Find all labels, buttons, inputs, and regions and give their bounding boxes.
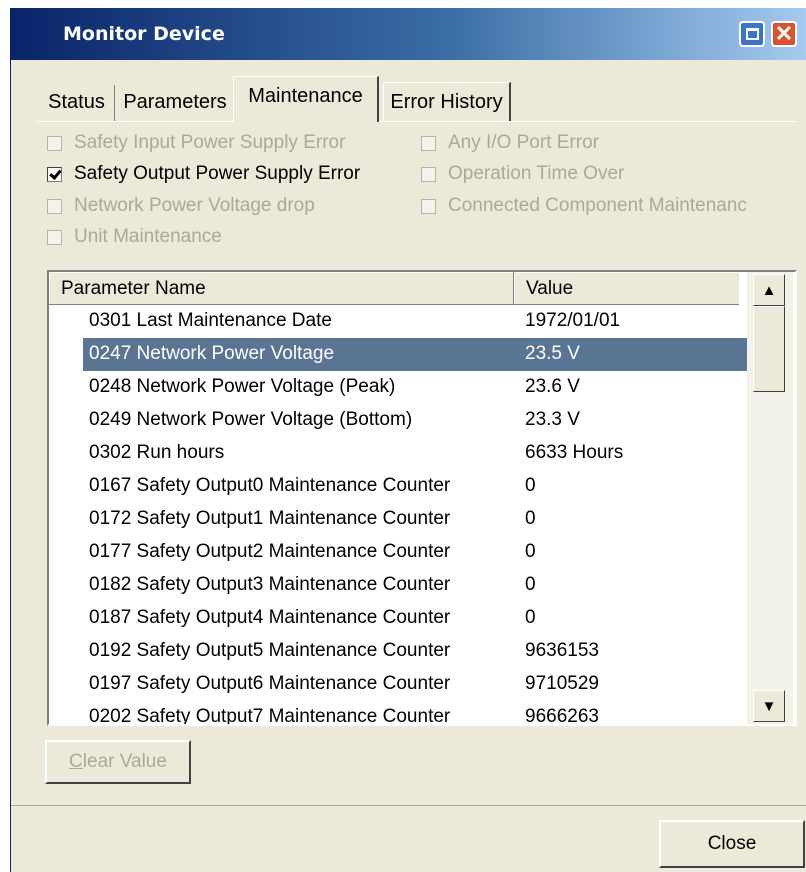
- row-value: 0: [525, 574, 536, 595]
- table-header: Parameter Name Value: [49, 272, 739, 305]
- scroll-thumb[interactable]: [753, 306, 785, 392]
- checkbox-box: [421, 166, 436, 182]
- maximize-icon: [745, 28, 759, 40]
- checkbox-operation-time-over[interactable]: Operation Time Over: [421, 163, 624, 185]
- row-value: 23.3 V: [525, 409, 580, 430]
- table-row[interactable]: 0187 Safety Output4 Maintenance Counter …: [83, 602, 747, 635]
- row-value: 1972/01/01: [525, 310, 621, 331]
- checkbox-label: Network Power Voltage drop: [74, 195, 315, 216]
- tab-maintenance[interactable]: Maintenance: [233, 76, 379, 122]
- parameter-table[interactable]: Parameter Name Value 0301 Last Maintenan…: [47, 270, 797, 726]
- row-parameter-name: 0182 Safety Output3 Maintenance Counter: [89, 574, 451, 595]
- table-row[interactable]: 0197 Safety Output6 Maintenance Counter …: [83, 668, 747, 701]
- monitor-device-dialog: Monitor Device ✕ Status Parameters Maint…: [10, 8, 806, 872]
- row-parameter-name: 0249 Network Power Voltage (Bottom): [89, 409, 413, 430]
- maximize-button[interactable]: [739, 21, 765, 47]
- row-parameter-name: 0247 Network Power Voltage: [89, 343, 335, 364]
- row-parameter-name: 0187 Safety Output4 Maintenance Counter: [89, 607, 451, 628]
- row-parameter-name: 0167 Safety Output0 Maintenance Counter: [89, 475, 451, 496]
- scroll-up-button[interactable]: ▲: [753, 274, 785, 306]
- checkbox-box: [47, 135, 62, 151]
- tab-panel-border: [37, 121, 797, 122]
- checkbox-label: Safety Input Power Supply Error: [74, 132, 346, 153]
- checkbox-box: [47, 229, 62, 245]
- checkbox-any-io-port-error[interactable]: Any I/O Port Error: [421, 132, 599, 154]
- row-parameter-name: 0192 Safety Output5 Maintenance Counter: [89, 640, 451, 661]
- row-parameter-name: 0172 Safety Output1 Maintenance Counter: [89, 508, 451, 529]
- checkbox-label: Connected Component Maintenanc: [448, 195, 747, 216]
- checkbox-unit-maintenance[interactable]: Unit Maintenance: [47, 226, 222, 248]
- column-header-value[interactable]: Value: [514, 272, 739, 304]
- table-row[interactable]: 0249 Network Power Voltage (Bottom) 23.3…: [83, 404, 747, 437]
- checkbox-safety-input-power-supply-error[interactable]: Safety Input Power Supply Error: [47, 132, 345, 154]
- table-row[interactable]: 0202 Safety Output7 Maintenance Counter …: [83, 701, 747, 726]
- table-row[interactable]: 0302 Run hours 6633 Hours: [83, 437, 747, 470]
- row-value: 0: [525, 541, 536, 562]
- table-row-selected[interactable]: 0247 Network Power Voltage 23.5 V: [83, 338, 747, 371]
- row-value: 9666263: [525, 706, 599, 726]
- table-row[interactable]: 0248 Network Power Voltage (Peak) 23.6 V: [83, 371, 747, 404]
- checkbox-box: [421, 135, 436, 151]
- window-title: Monitor Device: [63, 23, 225, 45]
- table-row[interactable]: 0167 Safety Output0 Maintenance Counter …: [83, 470, 747, 503]
- row-parameter-name: 0202 Safety Output7 Maintenance Counter: [89, 706, 451, 726]
- close-window-button[interactable]: ✕: [771, 21, 797, 47]
- arrow-up-icon: ▲: [761, 281, 777, 299]
- row-value: 0: [525, 475, 536, 496]
- row-parameter-name: 0197 Safety Output6 Maintenance Counter: [89, 673, 451, 694]
- table-row[interactable]: 0301 Last Maintenance Date 1972/01/01: [83, 305, 747, 338]
- checkbox-network-power-voltage-drop[interactable]: Network Power Voltage drop: [47, 195, 315, 217]
- tab-error-history[interactable]: Error History: [383, 82, 511, 122]
- row-value: 0: [525, 508, 536, 529]
- tab-status[interactable]: Status: [39, 85, 115, 121]
- checkbox-label: Safety Output Power Supply Error: [74, 163, 361, 184]
- checkbox-box: [47, 198, 62, 214]
- row-value: 0: [525, 607, 536, 628]
- scroll-down-button[interactable]: ▼: [753, 690, 785, 722]
- checkbox-safety-output-power-supply-error[interactable]: Safety Output Power Supply Error: [47, 163, 360, 185]
- checkbox-connected-component-maintenance[interactable]: Connected Component Maintenanc: [421, 195, 795, 217]
- row-parameter-name: 0177 Safety Output2 Maintenance Counter: [89, 541, 451, 562]
- title-bar[interactable]: Monitor Device ✕: [11, 8, 806, 60]
- row-value: 6633 Hours: [525, 442, 624, 463]
- checkbox-label: Any I/O Port Error: [448, 132, 599, 153]
- divider: [11, 805, 806, 806]
- checkbox-box: [47, 166, 62, 182]
- vertical-scrollbar[interactable]: ▲ ▼: [747, 272, 793, 724]
- column-header-parameter-name[interactable]: Parameter Name: [49, 272, 514, 304]
- clear-value-button[interactable]: Clear Value: [45, 740, 191, 784]
- checkbox-label: Operation Time Over: [448, 163, 625, 184]
- close-button[interactable]: Close: [659, 820, 805, 868]
- table-row[interactable]: 0177 Safety Output2 Maintenance Counter …: [83, 536, 747, 569]
- close-icon: ✕: [774, 21, 794, 46]
- row-value: 9710529: [525, 673, 599, 694]
- checkbox-label: Unit Maintenance: [74, 226, 222, 247]
- table-row[interactable]: 0172 Safety Output1 Maintenance Counter …: [83, 503, 747, 536]
- row-parameter-name: 0301 Last Maintenance Date: [89, 310, 332, 331]
- table-row[interactable]: 0182 Safety Output3 Maintenance Counter …: [83, 569, 747, 602]
- arrow-down-icon: ▼: [761, 697, 777, 715]
- row-parameter-name: 0302 Run hours: [89, 442, 225, 463]
- table-row[interactable]: 0192 Safety Output5 Maintenance Counter …: [83, 635, 747, 668]
- row-value: 9636153: [525, 640, 599, 661]
- tab-parameters[interactable]: Parameters: [119, 85, 231, 121]
- row-parameter-name: 0248 Network Power Voltage (Peak): [89, 376, 396, 397]
- row-value: 23.6 V: [525, 376, 580, 397]
- row-value: 23.5 V: [525, 343, 580, 364]
- checkbox-box: [421, 198, 436, 214]
